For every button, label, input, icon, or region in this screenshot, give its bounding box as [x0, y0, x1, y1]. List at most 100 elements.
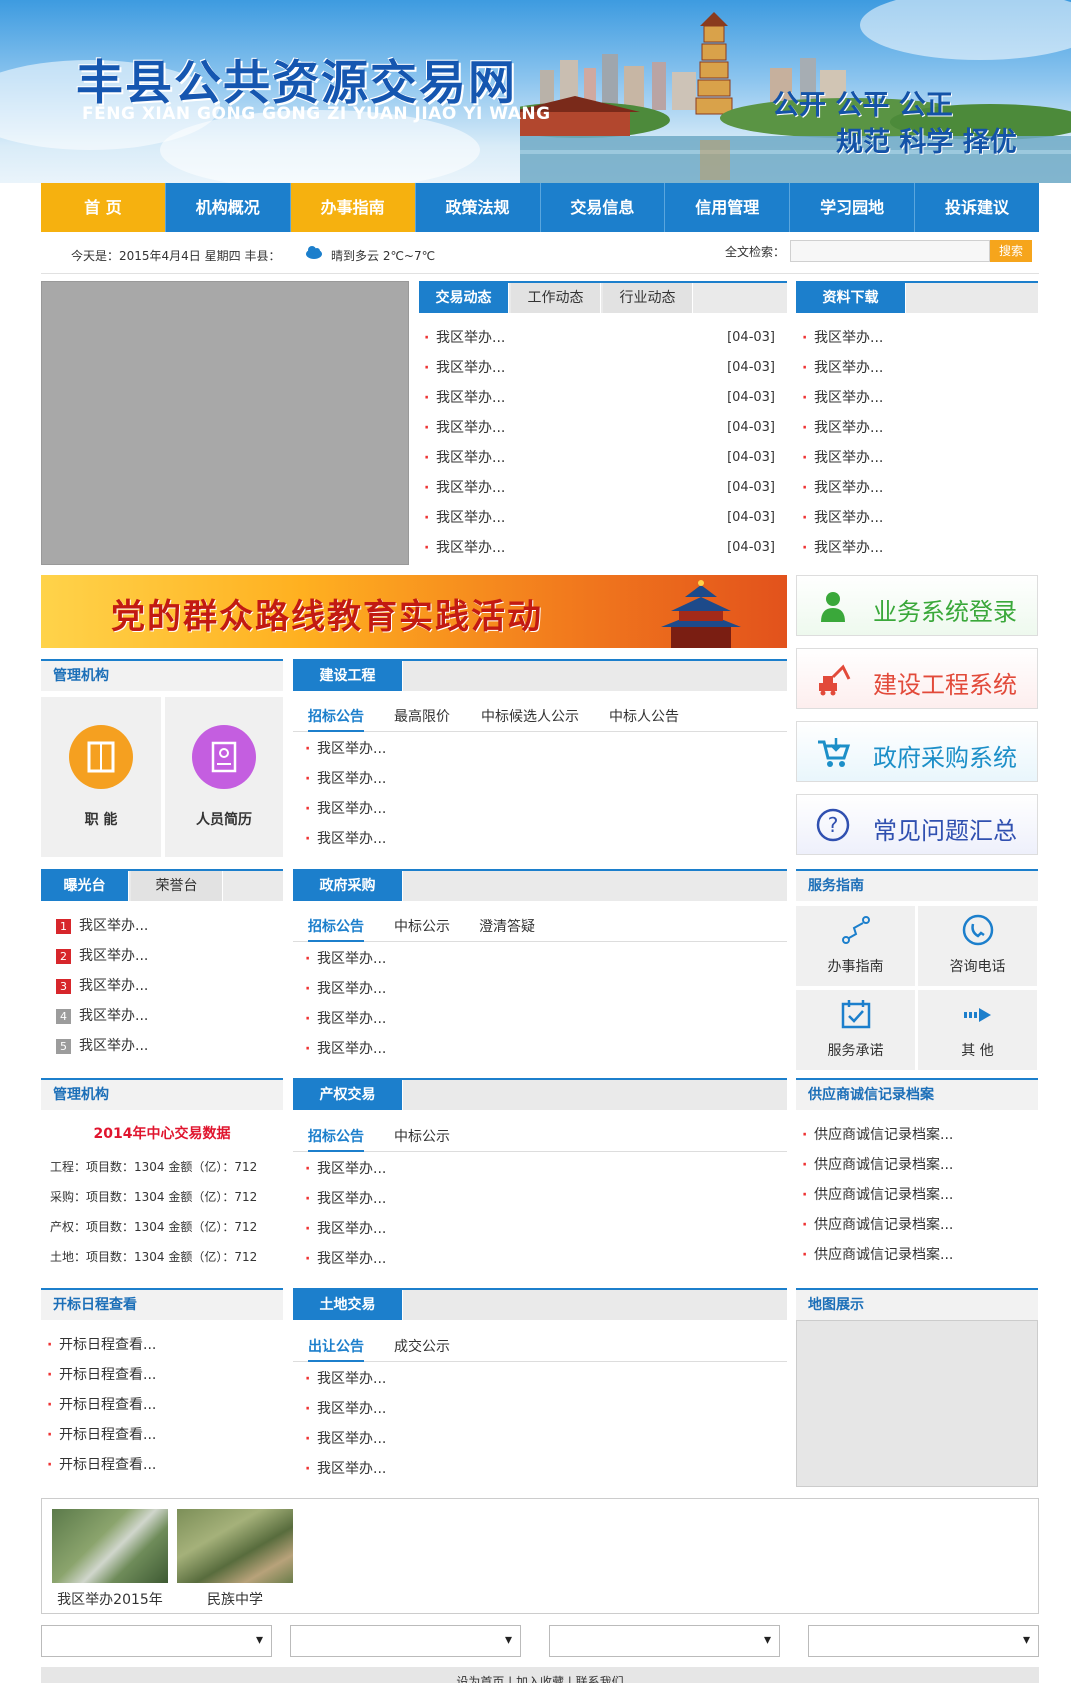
- link-select-3[interactable]: [549, 1625, 780, 1657]
- land-item[interactable]: 我区举办...: [301, 1454, 781, 1484]
- schedule-item[interactable]: 开标日程查看...: [43, 1420, 283, 1450]
- org-duties-card[interactable]: 职 能: [41, 697, 161, 857]
- subtab-winner[interactable]: 中标人公告: [609, 706, 679, 726]
- news-list-item[interactable]: 我区举办... [04-03]: [420, 443, 775, 473]
- exposure-title[interactable]: 我区举办...: [79, 1038, 148, 1054]
- schedule-item[interactable]: 开标日程查看...: [43, 1360, 283, 1390]
- schedule-item[interactable]: 开标日程查看...: [43, 1330, 283, 1360]
- nav-trade-info[interactable]: 交易信息: [541, 183, 666, 232]
- tab-work-news[interactable]: 工作动态: [511, 283, 601, 313]
- tab-construction[interactable]: 建设工程: [293, 661, 403, 691]
- gallery-photo-bridge[interactable]: [177, 1509, 293, 1583]
- footer-links[interactable]: 设为首页 | 加入收藏 | 联系我们: [41, 1673, 1039, 1683]
- tab-procurement[interactable]: 政府采购: [293, 871, 403, 901]
- exposure-item[interactable]: 1 我区举办...: [56, 911, 282, 941]
- download-item[interactable]: 我区举办...: [798, 473, 1038, 503]
- news-list-item[interactable]: 我区举办... [04-03]: [420, 413, 775, 443]
- download-item[interactable]: 我区举办...: [798, 503, 1038, 533]
- exposure-item[interactable]: 2 我区举办...: [56, 941, 282, 971]
- news-title[interactable]: 我区举办...: [436, 420, 505, 436]
- news-list-item[interactable]: 我区举办... [04-03]: [420, 503, 775, 533]
- procurement-system-button[interactable]: 政府采购系统: [796, 721, 1038, 782]
- credit-item[interactable]: 供应商诚信记录档案...: [798, 1120, 1038, 1150]
- subtab-winner-publicity[interactable]: 中标公示: [394, 1126, 450, 1146]
- service-phone-card[interactable]: 咨询电话: [918, 906, 1037, 986]
- gallery-photo-gorge[interactable]: [52, 1509, 168, 1583]
- news-list-item[interactable]: 我区举办... [04-03]: [420, 323, 775, 353]
- procurement-item[interactable]: 我区举办...: [301, 1034, 781, 1064]
- news-list-item[interactable]: 我区举办... [04-03]: [420, 533, 775, 563]
- exposure-title[interactable]: 我区举办...: [79, 918, 148, 934]
- subtab-candidate[interactable]: 中标候选人公示: [481, 706, 579, 726]
- construction-item[interactable]: 我区举办...: [301, 824, 781, 854]
- nav-about[interactable]: 机构概况: [166, 183, 291, 232]
- subtab-tender-notice[interactable]: 招标公告: [308, 706, 364, 732]
- procurement-item[interactable]: 我区举办...: [301, 1004, 781, 1034]
- download-item[interactable]: 我区举办...: [798, 533, 1038, 563]
- news-title[interactable]: 我区举办...: [436, 360, 505, 376]
- exposure-item[interactable]: 5 我区举办...: [56, 1031, 282, 1061]
- land-item[interactable]: 我区举办...: [301, 1424, 781, 1454]
- service-other-card[interactable]: 其 他: [918, 990, 1037, 1070]
- land-item[interactable]: 我区举办...: [301, 1364, 781, 1394]
- procurement-item[interactable]: 我区举办...: [301, 944, 781, 974]
- tab-honor[interactable]: 荣誉台: [131, 871, 223, 901]
- credit-item[interactable]: 供应商诚信记录档案...: [798, 1210, 1038, 1240]
- nav-credit[interactable]: 信用管理: [665, 183, 791, 232]
- tab-downloads[interactable]: 资料下载: [796, 283, 906, 313]
- subtab-tender-notice[interactable]: 招标公告: [308, 1126, 364, 1152]
- exposure-title[interactable]: 我区举办...: [79, 1008, 148, 1024]
- nav-guide[interactable]: 办事指南: [290, 183, 416, 232]
- download-item[interactable]: 我区举办...: [798, 383, 1038, 413]
- nav-learning[interactable]: 学习园地: [790, 183, 916, 232]
- link-select-4[interactable]: [808, 1625, 1039, 1657]
- exposure-item[interactable]: 4 我区举办...: [56, 1001, 282, 1031]
- tab-exposure[interactable]: 曝光台: [41, 871, 129, 901]
- schedule-item[interactable]: 开标日程查看...: [43, 1390, 283, 1420]
- credit-item[interactable]: 供应商诚信记录档案...: [798, 1150, 1038, 1180]
- news-title[interactable]: 我区举办...: [436, 450, 505, 466]
- construction-system-button[interactable]: 建设工程系统: [796, 648, 1038, 709]
- construction-item[interactable]: 我区举办...: [301, 794, 781, 824]
- credit-item[interactable]: 供应商诚信记录档案...: [798, 1180, 1038, 1210]
- property-item[interactable]: 我区举办...: [301, 1244, 781, 1274]
- search-button[interactable]: 搜索: [990, 240, 1032, 262]
- exposure-item[interactable]: 3 我区举办...: [56, 971, 282, 1001]
- subtab-tender-notice[interactable]: 招标公告: [308, 916, 364, 942]
- property-item[interactable]: 我区举办...: [301, 1154, 781, 1184]
- news-title[interactable]: 我区举办...: [436, 540, 505, 556]
- news-list-item[interactable]: 我区举办... [04-03]: [420, 473, 775, 503]
- news-title[interactable]: 我区举办...: [436, 390, 505, 406]
- news-title[interactable]: 我区举办...: [436, 330, 505, 346]
- download-item[interactable]: 我区举办...: [798, 323, 1038, 353]
- link-select-2[interactable]: [290, 1625, 521, 1657]
- procurement-item[interactable]: 我区举办...: [301, 974, 781, 1004]
- download-item[interactable]: 我区举办...: [798, 443, 1038, 473]
- tab-property[interactable]: 产权交易: [293, 1080, 403, 1110]
- property-item[interactable]: 我区举办...: [301, 1214, 781, 1244]
- subtab-max-price[interactable]: 最高限价: [394, 706, 450, 726]
- tab-land[interactable]: 土地交易: [293, 1290, 403, 1320]
- map-area[interactable]: [796, 1320, 1038, 1487]
- business-system-login-button[interactable]: 业务系统登录: [796, 575, 1038, 636]
- subtab-clarification[interactable]: 澄清答疑: [479, 916, 535, 936]
- construction-item[interactable]: 我区举办...: [301, 734, 781, 764]
- campaign-banner[interactable]: 党的群众路线教育实践活动: [41, 575, 787, 648]
- subtab-winner-publicity[interactable]: 中标公示: [394, 916, 450, 936]
- download-item[interactable]: 我区举办...: [798, 353, 1038, 383]
- org-staff-card[interactable]: 人员简历: [165, 697, 283, 857]
- featured-image-slider[interactable]: [41, 281, 409, 565]
- tab-industry-news[interactable]: 行业动态: [603, 283, 693, 313]
- land-item[interactable]: 我区举办...: [301, 1394, 781, 1424]
- exposure-title[interactable]: 我区举办...: [79, 948, 148, 964]
- tab-trade-news[interactable]: 交易动态: [419, 283, 509, 313]
- news-title[interactable]: 我区举办...: [436, 480, 505, 496]
- property-item[interactable]: 我区举办...: [301, 1184, 781, 1214]
- schedule-item[interactable]: 开标日程查看...: [43, 1450, 283, 1480]
- exposure-title[interactable]: 我区举办...: [79, 978, 148, 994]
- download-item[interactable]: 我区举办...: [798, 413, 1038, 443]
- subtab-transfer-notice[interactable]: 出让公告: [308, 1336, 364, 1362]
- link-select-1[interactable]: [41, 1625, 272, 1657]
- service-guide-card[interactable]: 办事指南: [796, 906, 915, 986]
- credit-item[interactable]: 供应商诚信记录档案...: [798, 1240, 1038, 1270]
